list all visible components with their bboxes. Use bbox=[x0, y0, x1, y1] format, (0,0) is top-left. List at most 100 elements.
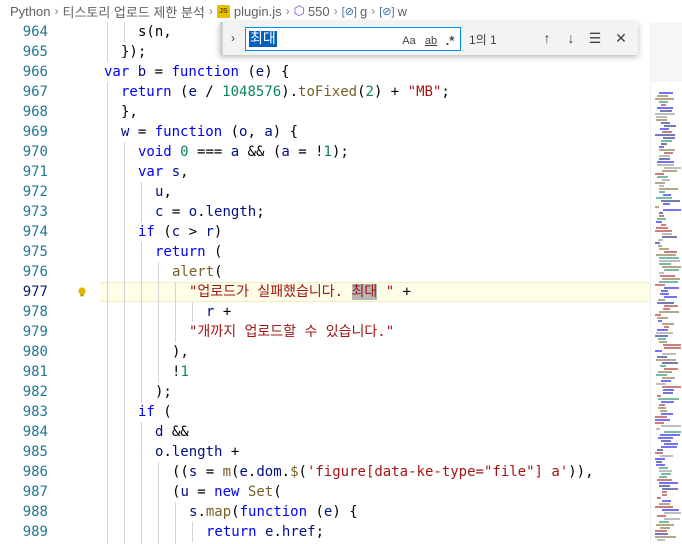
minimap-line bbox=[660, 455, 673, 457]
indent-guide bbox=[107, 182, 108, 202]
code-line[interactable]: 973 c = o.length; bbox=[0, 202, 650, 222]
lightbulb-icon[interactable] bbox=[77, 287, 87, 297]
code-line[interactable]: 969 w = function (o, a) { bbox=[0, 122, 650, 142]
code-token: }); bbox=[121, 44, 147, 60]
minimap-line bbox=[657, 161, 674, 163]
code-token: && bbox=[163, 424, 189, 440]
code-line[interactable]: 976 alert( bbox=[0, 262, 650, 282]
code-text: return e.href; bbox=[206, 522, 324, 542]
code-token: s bbox=[171, 164, 181, 180]
code-text: s(n, bbox=[138, 22, 180, 42]
code-token: ( bbox=[238, 64, 256, 80]
minimap-line bbox=[661, 473, 671, 475]
code-token: , bbox=[180, 164, 189, 180]
code-token: . bbox=[197, 204, 206, 220]
code-token: c bbox=[171, 224, 181, 240]
code-text: var s, bbox=[138, 162, 189, 182]
find-input[interactable]: 최대 Aa ab .* bbox=[245, 27, 461, 51]
code-line[interactable]: 975 return ( bbox=[0, 242, 650, 262]
previous-match-arrow-up-icon[interactable]: ↑ bbox=[537, 28, 557, 48]
code-line[interactable]: 972 u, bbox=[0, 182, 650, 202]
minimap[interactable] bbox=[650, 22, 682, 544]
indent-guide bbox=[107, 262, 108, 282]
indent-guide bbox=[124, 442, 125, 462]
line-number: 965 bbox=[22, 44, 48, 60]
code-line[interactable]: 985 o.length + bbox=[0, 442, 650, 462]
find-in-selection-icon[interactable]: ☰ bbox=[585, 28, 605, 48]
toggle-replace-button[interactable]: › bbox=[225, 28, 241, 48]
code-line[interactable]: 980), bbox=[0, 342, 650, 362]
minimap-line bbox=[662, 377, 675, 379]
code-line[interactable]: 988 s.map(function (e) { bbox=[0, 502, 650, 522]
code-token: a bbox=[230, 144, 240, 160]
line-number: 988 bbox=[22, 504, 48, 520]
minimap-line bbox=[655, 416, 667, 418]
code-line[interactable]: 967 return (e / 1048576).toFixed(2) + "MB… bbox=[0, 82, 650, 102]
code-token: ; bbox=[256, 204, 265, 220]
code-line[interactable]: 987 (u = new Set( bbox=[0, 482, 650, 502]
code-token: e bbox=[255, 64, 265, 80]
code-line[interactable]: 978 r + bbox=[0, 302, 650, 322]
indent-guide bbox=[192, 302, 193, 322]
minimap-line bbox=[662, 233, 672, 235]
minimap-line bbox=[658, 398, 679, 400]
code-token: , bbox=[163, 184, 172, 200]
code-line[interactable]: 984 d && bbox=[0, 422, 650, 442]
code-line[interactable]: 970 void 0 === a && (a = !1); bbox=[0, 142, 650, 162]
minimap-line bbox=[656, 119, 667, 121]
code-line[interactable]: 968}, bbox=[0, 102, 650, 122]
code-line[interactable]: 977 "업로드가 실패했습니다. 최대 " + bbox=[0, 282, 650, 302]
match-case-button[interactable]: Aa bbox=[400, 33, 418, 49]
minimap-line bbox=[661, 143, 667, 145]
code-line[interactable]: 986 ((s = m(e.dom.$('figure[data-ke-type=… bbox=[0, 462, 650, 482]
indent-guide bbox=[141, 442, 142, 462]
breadcrumb-item-g[interactable]: [⊘] g bbox=[342, 4, 368, 19]
code-line[interactable]: 989 return e.href; bbox=[0, 522, 650, 542]
minimap-line bbox=[664, 347, 681, 349]
minimap-line bbox=[664, 368, 678, 370]
code-line[interactable]: 983 if ( bbox=[0, 402, 650, 422]
code-line[interactable]: 979 "개까지 업로드할 수 있습니다." bbox=[0, 322, 650, 342]
breadcrumb-item-folder[interactable]: 티스토리 업로드 제한 분석 bbox=[62, 2, 204, 21]
indent-guide bbox=[158, 502, 159, 522]
breadcrumb-item-file[interactable]: JS plugin.js bbox=[216, 4, 282, 19]
minimap-line bbox=[663, 344, 681, 346]
code-line[interactable]: 974 if (c > r) bbox=[0, 222, 650, 242]
breadcrumb-item-w[interactable]: [⊘] w bbox=[379, 4, 407, 19]
indent-guide bbox=[107, 482, 108, 502]
code-line[interactable]: 966 var b = function (e) { bbox=[0, 62, 650, 82]
minimap-line bbox=[661, 290, 668, 292]
minimap-line bbox=[659, 476, 667, 478]
next-match-arrow-down-icon[interactable]: ↓ bbox=[561, 28, 581, 48]
minimap-line bbox=[662, 179, 670, 181]
indent-guide bbox=[124, 222, 125, 242]
code-token: ( bbox=[154, 404, 172, 420]
close-icon[interactable]: ✕ bbox=[611, 28, 631, 48]
minimap-line bbox=[655, 458, 665, 460]
code-line[interactable]: 982); bbox=[0, 382, 650, 402]
indent-guide bbox=[124, 202, 125, 222]
indent-guide bbox=[141, 482, 142, 502]
indent-guide bbox=[107, 202, 108, 222]
code-token: / bbox=[196, 84, 223, 100]
code-token: function bbox=[171, 64, 239, 80]
code-line[interactable]: 971 var s, bbox=[0, 162, 650, 182]
minimap-slider[interactable] bbox=[651, 22, 682, 82]
code-token: ( bbox=[357, 84, 366, 100]
breadcrumb-item-module[interactable]: ⬡ 550 bbox=[294, 3, 330, 19]
minimap-line bbox=[659, 503, 670, 505]
code-editor[interactable]: 964 s(n, 965}); 966 var b = function (e) {9… bbox=[0, 22, 650, 544]
breadcrumb-item-python[interactable]: Python bbox=[10, 4, 50, 19]
indent-guide bbox=[107, 242, 108, 262]
indent-guide bbox=[107, 82, 108, 102]
code-line[interactable]: 981 !1 bbox=[0, 362, 650, 382]
regex-button[interactable]: .* bbox=[442, 33, 458, 49]
minimap-line bbox=[662, 494, 667, 496]
minimap-line bbox=[660, 275, 675, 277]
line-number: 981 bbox=[22, 364, 48, 380]
line-number: 974 bbox=[22, 224, 48, 240]
whole-word-button[interactable]: ab bbox=[422, 33, 440, 49]
minimap-line bbox=[657, 479, 672, 481]
minimap-line bbox=[656, 464, 665, 466]
minimap-line bbox=[662, 236, 677, 238]
